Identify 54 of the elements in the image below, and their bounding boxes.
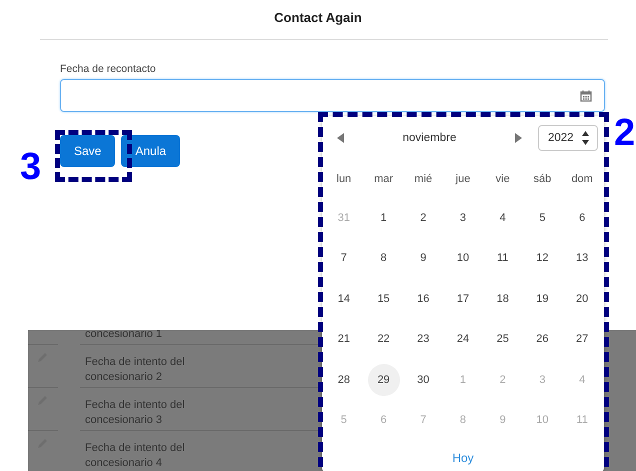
next-month-icon[interactable] xyxy=(515,133,522,143)
calendar-day[interactable]: 10 xyxy=(446,242,479,274)
calendar-day[interactable]: 23 xyxy=(407,323,440,356)
calendar-day[interactable]: 15 xyxy=(368,282,400,315)
weekday-label: jue xyxy=(454,172,472,187)
calendar-day[interactable]: 17 xyxy=(446,282,479,315)
dialog-title: Contact Again xyxy=(273,9,363,27)
calendar-day[interactable]: 11 xyxy=(486,242,519,274)
calendar-day[interactable]: 26 xyxy=(526,323,558,356)
calendar-day[interactable]: 29 xyxy=(368,364,400,396)
list-item-text: Fecha de intento del concesionario 2 xyxy=(80,345,320,388)
calendar-day[interactable]: 24 xyxy=(446,323,479,356)
save-button[interactable]: Save xyxy=(60,135,116,167)
calendar-day[interactable]: 12 xyxy=(526,242,558,274)
calendar-day[interactable]: 22 xyxy=(368,323,400,356)
list-item-text: Fecha de intento del concesionario 4 xyxy=(80,431,320,471)
field-label: Fecha de recontacto xyxy=(60,63,157,75)
calendar-day[interactable]: 5 xyxy=(526,202,558,234)
weekday-label: mar xyxy=(373,172,394,187)
calendar-day[interactable]: 14 xyxy=(328,282,360,315)
calendar-day[interactable]: 21 xyxy=(328,323,360,356)
calendar-day[interactable]: 27 xyxy=(566,323,598,356)
annotation-number: 3 xyxy=(20,148,42,186)
calendar-day[interactable]: 28 xyxy=(328,364,360,396)
calendar-day[interactable]: 30 xyxy=(407,364,440,396)
today-link[interactable]: Hoy xyxy=(452,450,474,464)
calendar-day[interactable]: 25 xyxy=(486,323,519,356)
month-label: noviembre xyxy=(402,132,458,144)
spinner-icon[interactable] xyxy=(582,131,589,145)
weekday-label: vie xyxy=(494,172,511,187)
calendar-day[interactable]: 8 xyxy=(368,242,400,274)
weekday-label: lun xyxy=(336,172,352,187)
weekday-label: mié xyxy=(413,172,434,187)
weekday-label: sáb xyxy=(532,172,552,187)
calendar-day[interactable]: 19 xyxy=(526,282,558,315)
calendar-day[interactable]: 16 xyxy=(407,282,440,315)
cancel-button[interactable]: Anula xyxy=(121,135,180,167)
year-field[interactable]: 2022 xyxy=(538,125,598,151)
calendar-day[interactable]: 2 xyxy=(407,202,440,234)
weekday-label: dom xyxy=(570,172,594,187)
list-item-text: Fecha de intento del concesionario 3 xyxy=(80,388,320,431)
calendar-day[interactable]: 3 xyxy=(446,202,479,234)
date-field[interactable] xyxy=(60,79,605,112)
calendar-day[interactable]: 20 xyxy=(566,282,598,315)
calendar-icon[interactable] xyxy=(580,90,592,102)
calendar-day[interactable]: 9 xyxy=(407,242,440,274)
calendar-day[interactable]: 4 xyxy=(486,202,519,234)
calendar-day[interactable]: 1 xyxy=(368,202,400,234)
calendar-day[interactable]: 18 xyxy=(486,282,519,315)
calendar-day[interactable]: 6 xyxy=(566,202,598,234)
previous-month-icon[interactable] xyxy=(337,133,344,143)
annotation-number: 2 xyxy=(614,114,636,152)
calendar-day[interactable]: 13 xyxy=(566,242,598,274)
calendar-day[interactable]: 7 xyxy=(328,242,360,274)
